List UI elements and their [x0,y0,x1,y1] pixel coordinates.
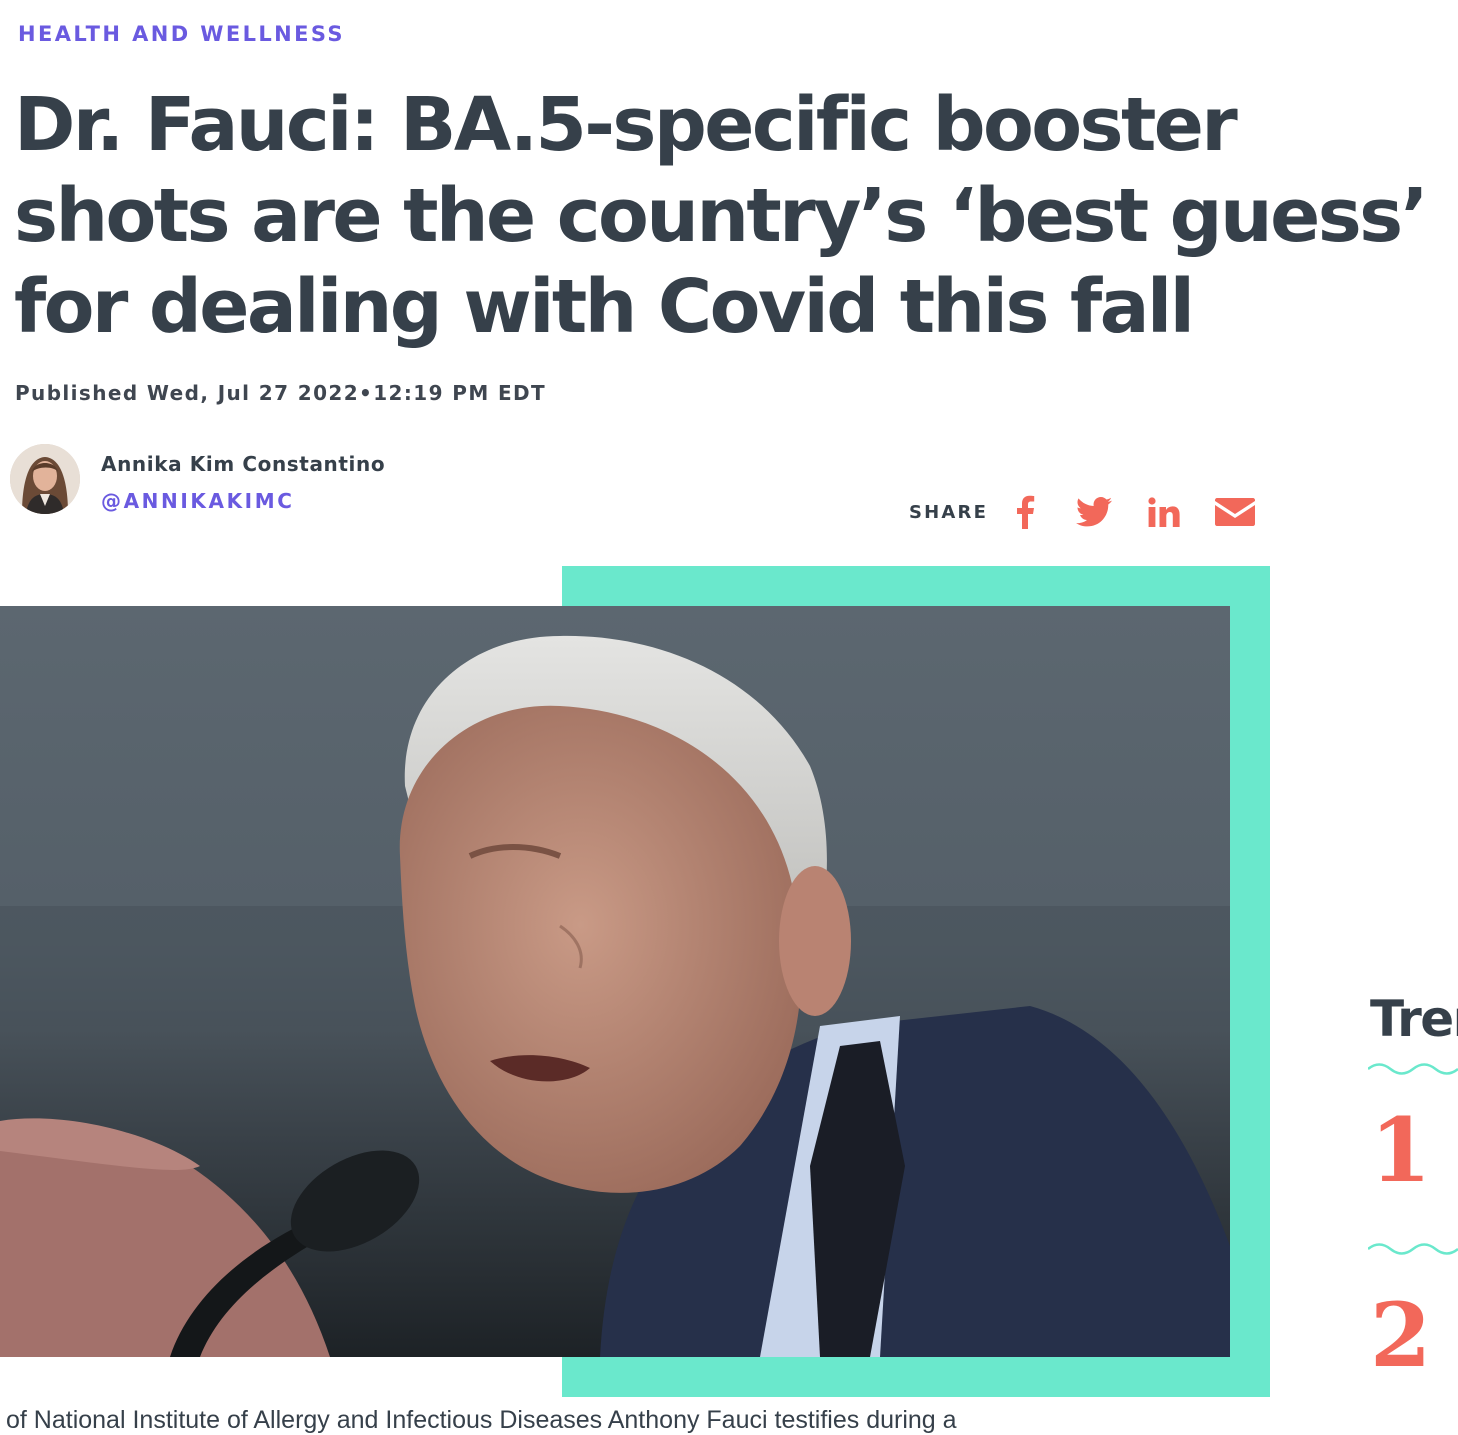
linkedin-icon [1148,497,1180,527]
article-headline: Dr. Fauci: BA.5-specific booster shots a… [14,82,1429,350]
facebook-icon [1017,495,1035,529]
trending-rank-1[interactable]: 1 [1370,1100,1431,1200]
category-link[interactable]: HEALTH AND WELLNESS [18,22,345,46]
email-icon [1215,498,1255,526]
author-handle[interactable]: @ANNIKAKIMC [101,489,295,513]
twitter-icon [1076,497,1112,527]
share-label: SHARE [909,502,989,523]
share-twitter-button[interactable] [1072,490,1116,534]
author-name[interactable]: Annika Kim Constantino [101,452,385,476]
trending-divider-wave [1368,1243,1458,1255]
hero-photo [0,606,1230,1357]
author-avatar[interactable] [10,444,80,514]
hero-image [0,606,1230,1357]
share-email-button[interactable] [1213,490,1257,534]
share-facebook-button[interactable] [1003,490,1047,534]
share-linkedin-button[interactable] [1142,490,1186,534]
trending-rank-2[interactable]: 2 [1370,1285,1431,1385]
author-photo [10,444,80,514]
trending-divider-wave [1368,1063,1458,1075]
image-caption: of National Institute of Allergy and Inf… [6,1406,957,1434]
published-date: Published Wed, Jul 27 2022•12:19 PM EDT [15,381,547,405]
trending-heading: Trending Now [1370,990,1458,1048]
